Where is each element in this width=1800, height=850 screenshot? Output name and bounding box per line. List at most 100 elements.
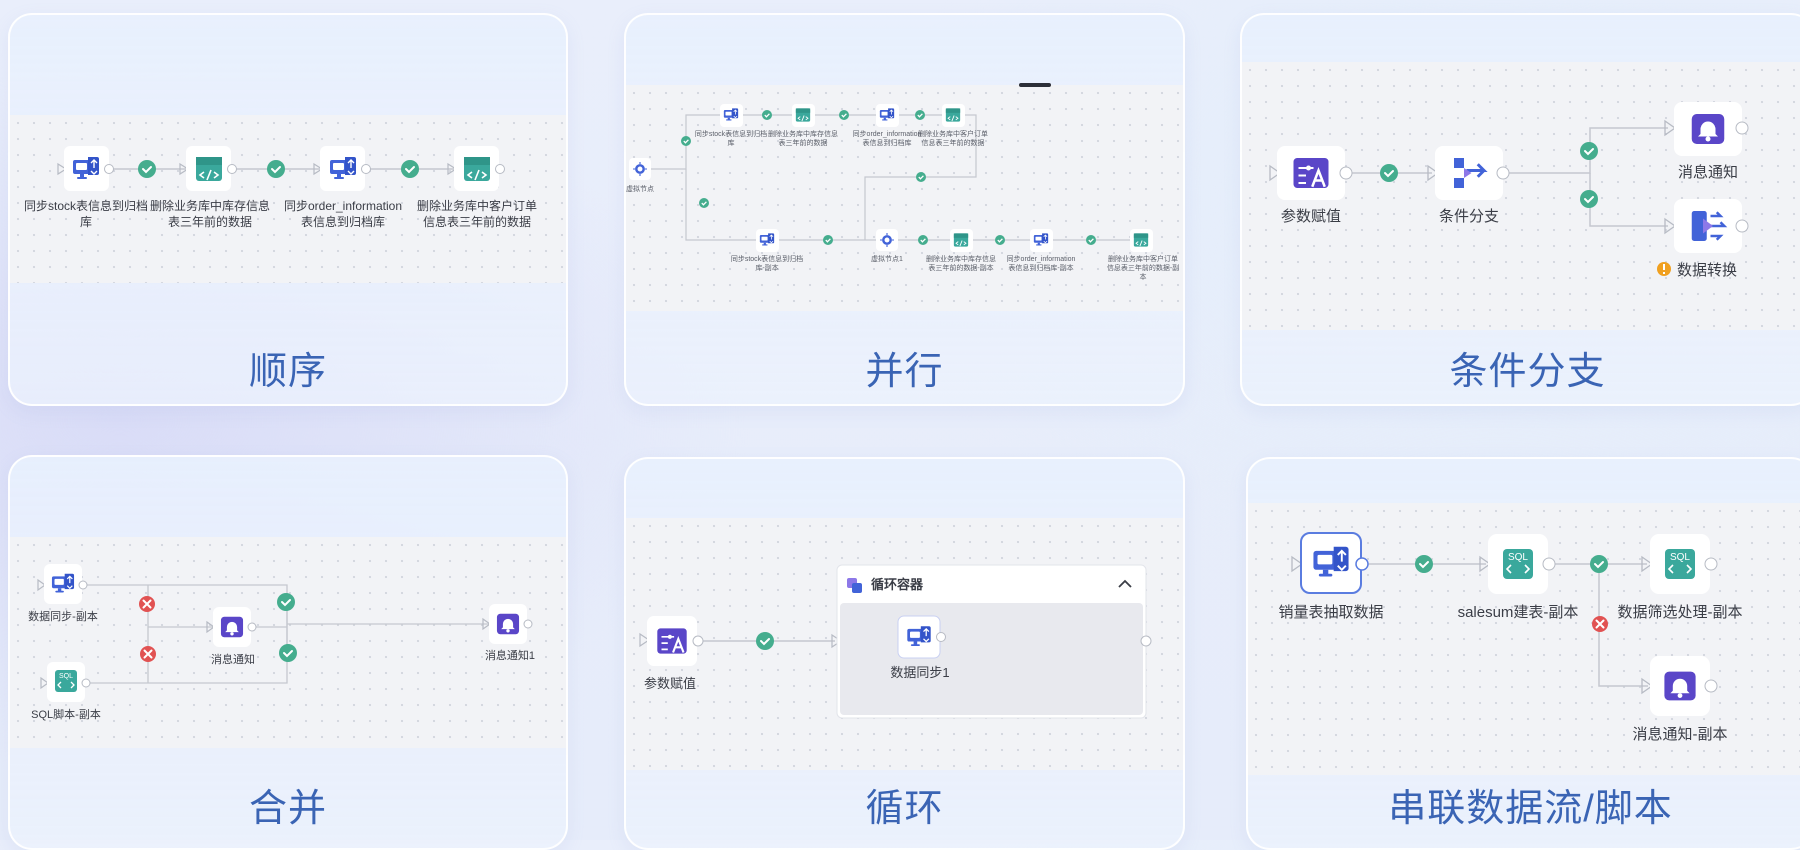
- output-port[interactable]: [81, 678, 91, 688]
- output-port[interactable]: [495, 164, 505, 174]
- node-label: 消息通知: [211, 652, 255, 666]
- filter-node[interactable]: SQL 数据筛选处理-副本: [1618, 534, 1743, 621]
- loop-container[interactable]: 循环容器 数据同步1: [836, 564, 1152, 719]
- sequential-diagram: 同步stock表信息到归档 库 删除业务库中库存信息 表三年前的数据 同步ord…: [24, 146, 537, 229]
- node-label: 同步stock表信息到归档: [695, 129, 767, 138]
- check-circle-icon: [680, 135, 692, 147]
- check-circle-icon: [1379, 163, 1399, 183]
- node-label: 表三年前的数据-副本: [928, 263, 993, 272]
- output-port[interactable]: [1496, 166, 1510, 180]
- node-label: 表三年前的数据: [779, 138, 828, 147]
- node-label: 条件分支: [1439, 208, 1499, 225]
- node-label: 表信息到归档库: [863, 138, 912, 147]
- node-label: 表信息到归档库-副本: [1008, 263, 1073, 272]
- output-port[interactable]: [1140, 635, 1152, 647]
- output-port[interactable]: [1339, 166, 1353, 180]
- workflow-node[interactable]: 删除业务库中客户订单 信息表三年前的数据-副 本: [1107, 229, 1179, 281]
- param-assign-icon: [656, 627, 688, 655]
- param-node[interactable]: 参数赋值: [1269, 146, 1353, 225]
- node-label: 同步stock表信息到归档: [24, 198, 148, 213]
- node-label: 参数赋值: [644, 676, 696, 691]
- param-node[interactable]: 参数赋值: [639, 616, 704, 691]
- node-label: salesum建表-副本: [1458, 604, 1579, 621]
- node-label: 同步order_information: [1007, 255, 1076, 263]
- notify-node[interactable]: 消息通知: [1664, 102, 1749, 181]
- chain-diagram: 销量表抽取数据 SQL salesum建表-副本 SQL 数据筛选处理-副本 消…: [1278, 532, 1743, 743]
- node-label: 库: [80, 214, 92, 229]
- workflow-node[interactable]: 同步stock表信息到归档 库-副本: [731, 229, 803, 272]
- sql-node[interactable]: SQL SQL脚本-副本: [31, 662, 101, 721]
- check-circle-icon: [915, 171, 927, 183]
- bell-icon: [220, 616, 244, 638]
- workflow-node[interactable]: 删除业务库中库存信息 表三年前的数据: [768, 104, 838, 147]
- node-label: 本: [1140, 272, 1147, 281]
- workflow-node[interactable]: 删除业务库中客户订单 信息表三年前的数据: [918, 104, 988, 147]
- output-port[interactable]: [1735, 121, 1749, 135]
- transform-node[interactable]: 数据转换: [1657, 199, 1749, 279]
- check-circle-icon: [1414, 554, 1434, 574]
- output-port[interactable]: [1704, 679, 1718, 693]
- notify-node[interactable]: 消息通知-副本: [1633, 656, 1728, 743]
- node-label: 销量表抽取数据: [1278, 604, 1383, 621]
- output-port[interactable]: [1542, 557, 1556, 571]
- build-node[interactable]: SQL salesum建表-副本: [1458, 534, 1579, 621]
- node-label: 数据筛选处理-副本: [1618, 604, 1743, 621]
- output-port[interactable]: [104, 164, 114, 174]
- node-label: 信息表三年前的数据: [423, 214, 531, 229]
- merge-diagram: 数据同步-副本 SQL SQL脚本-副本 消息通知 消息通知1: [28, 564, 535, 721]
- workflow-node[interactable]: 同步stock表信息到归档 库: [695, 104, 767, 147]
- sql-script-icon: SQL: [1665, 549, 1695, 579]
- workflow-node[interactable]: 删除业务库中库存信息 表三年前的数据-副本: [926, 229, 996, 272]
- x-circle-icon: [1591, 615, 1609, 633]
- sync-node[interactable]: 数据同步-副本: [28, 564, 98, 623]
- output-port[interactable]: [1704, 557, 1718, 571]
- node-label: 同步stock表信息到归档: [731, 254, 803, 263]
- output-port[interactable]: [523, 619, 533, 629]
- bell-icon: [1691, 114, 1725, 144]
- check-circle-icon: [137, 159, 157, 179]
- param-assign-icon: [1292, 156, 1330, 190]
- workflow-node[interactable]: 同步order_information 表信息到归档库: [284, 146, 402, 229]
- extract-node[interactable]: 销量表抽取数据: [1278, 532, 1384, 621]
- node-label: 删除业务库中客户订单: [417, 198, 537, 213]
- check-circle-icon: [266, 159, 286, 179]
- notify-node[interactable]: 消息通知: [206, 607, 257, 666]
- check-circle-icon: [994, 234, 1006, 246]
- check-circle-icon: [914, 109, 926, 121]
- notify1-node[interactable]: 消息通知1: [482, 604, 535, 662]
- node-label: 表三年前的数据: [168, 214, 252, 229]
- warning-icon: [1657, 262, 1671, 276]
- check-circle-icon: [755, 631, 775, 651]
- node-label: 消息通知: [1678, 164, 1738, 181]
- workflow-node[interactable]: 同步order_information 表信息到归档库: [853, 104, 922, 147]
- output-port[interactable]: [78, 580, 88, 590]
- output-port[interactable]: [227, 164, 237, 174]
- workflow-node[interactable]: 同步order_information 表信息到归档库-副本: [1007, 229, 1076, 272]
- sql-badge-text: SQL: [59, 673, 73, 680]
- output-port[interactable]: [692, 635, 704, 647]
- check-circle-icon: [1589, 554, 1609, 574]
- check-circle-icon: [400, 159, 420, 179]
- sql-badge-text: SQL: [1508, 552, 1528, 563]
- workflow-node[interactable]: 同步stock表信息到归档 库: [24, 146, 148, 229]
- node-label: 库: [728, 138, 735, 147]
- output-port[interactable]: [1735, 219, 1749, 233]
- check-circle-icon: [698, 197, 710, 209]
- workflow-node[interactable]: 删除业务库中库存信息 表三年前的数据: [150, 146, 270, 229]
- node-label: 同步order_information: [284, 199, 402, 213]
- virtual-node[interactable]: 虚拟节点1: [871, 229, 903, 263]
- workflow-node[interactable]: 删除业务库中客户订单 信息表三年前的数据: [417, 146, 537, 229]
- check-circle-icon: [1579, 141, 1599, 161]
- virtual-node[interactable]: 虚拟节点: [626, 158, 654, 193]
- output-port[interactable]: [247, 622, 257, 632]
- output-port[interactable]: [936, 632, 946, 642]
- sql-script-icon: [945, 107, 961, 123]
- node-label: 库-副本: [755, 263, 778, 272]
- x-circle-icon: [138, 595, 156, 613]
- condition-node[interactable]: 条件分支: [1427, 146, 1510, 225]
- output-port[interactable]: [1355, 557, 1369, 571]
- node-label: 消息通知1: [485, 648, 535, 662]
- output-port[interactable]: [361, 164, 371, 174]
- container-title: 循环容器: [871, 577, 924, 592]
- node-label: 数据同步-副本: [28, 609, 98, 623]
